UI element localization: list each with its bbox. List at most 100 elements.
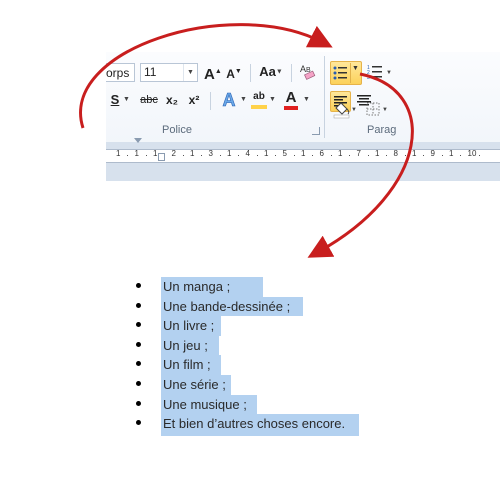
ruler-number: 3	[208, 149, 213, 158]
numbering-button[interactable]: 1 2 3 ▼	[366, 62, 394, 82]
bullet-icon	[136, 400, 141, 406]
eraser-icon: AB	[300, 64, 316, 80]
list-item[interactable]: Un manga ;	[136, 277, 376, 297]
bullet-icon	[136, 341, 141, 347]
bullet-icon	[136, 302, 141, 308]
font-color-swatch	[284, 106, 298, 110]
grow-font-button[interactable]: A▲	[204, 62, 222, 83]
ruler-number: 5	[282, 149, 287, 158]
ruler-tick	[423, 155, 425, 156]
chevron-down-icon[interactable]: ▼	[269, 96, 276, 103]
font-color-label: A	[285, 89, 297, 106]
ruler-tick	[256, 155, 258, 156]
list-item[interactable]: Un film ;	[136, 355, 376, 375]
list-item-text: Et bien d’autres choses encore.	[163, 416, 346, 432]
dialog-launcher-icon[interactable]	[312, 127, 320, 135]
list-item[interactable]: Un livre ;	[136, 316, 376, 336]
chevron-down-icon[interactable]: ▼	[352, 65, 359, 72]
word-ribbon-crop: orps 11 ▼ A▲ A▼ Aa▼ AB ▼ 1 2 3 ▼ S ▼ abc…	[106, 52, 500, 181]
list-item[interactable]: Un jeu ;	[136, 335, 376, 356]
chevron-down-icon[interactable]: ▼	[183, 64, 197, 81]
ruler-number: 1	[412, 149, 417, 158]
numbering-icon: 1 2 3 ▼	[367, 65, 392, 81]
ruler-tick	[275, 155, 277, 156]
ruler-number: 4	[245, 149, 250, 158]
bullets-icon	[333, 66, 347, 80]
underline-button[interactable]: S	[108, 90, 122, 110]
list-item[interactable]: Une musique ;	[136, 394, 376, 415]
ruler-number: 1	[227, 149, 232, 158]
ruler-number: 1	[338, 149, 343, 158]
ruler-tick	[201, 155, 203, 156]
highlight-label: ab	[253, 91, 265, 102]
highlight-color-swatch	[251, 105, 267, 109]
ribbon-row-style: S ▼ abc x₂ x² A ▼ ab ▼ A ▼	[106, 90, 500, 115]
bullets-button[interactable]: ▼	[330, 61, 362, 85]
bullet-icon	[136, 361, 141, 367]
ruler-area: 1 1 1 2 1 3 1 4 1 5 1 6 1 7 1 8 1 9 1 10	[106, 138, 500, 181]
clear-formatting-button[interactable]: AB	[299, 62, 317, 82]
ruler-number: 1	[134, 149, 139, 158]
bullet-list[interactable]: Un manga ; Une bande-dessinée ; Un livre…	[136, 277, 376, 437]
group-font-label: Police	[162, 124, 192, 136]
strikethrough-button[interactable]: abc	[140, 90, 158, 110]
change-case-button[interactable]: Aa▼	[258, 62, 284, 82]
list-item-text: Un jeu ;	[163, 337, 208, 353]
ruler-number: 1	[301, 149, 306, 158]
chevron-down-icon[interactable]: ▼	[123, 96, 130, 103]
subscript-button[interactable]: x₂	[164, 90, 180, 110]
svg-text:▼: ▼	[382, 107, 388, 113]
first-line-indent-marker[interactable]	[134, 138, 142, 143]
text-effects-button[interactable]: A	[219, 90, 239, 111]
borders-button[interactable]: ▼	[364, 99, 388, 119]
ruler-number: 2	[171, 149, 176, 158]
ruler-number: 9	[430, 149, 435, 158]
ruler-tick	[238, 155, 240, 156]
list-item[interactable]: Une bande-dessinée ;	[136, 296, 376, 317]
list-item[interactable]: Et bien d’autres choses encore.	[136, 414, 376, 437]
ruler-number: 1	[153, 149, 158, 158]
bullet-icon	[136, 283, 141, 288]
list-item-text: Un manga ;	[163, 279, 231, 294]
ruler-tick	[293, 155, 295, 156]
divider	[210, 92, 211, 110]
ruler-number: 1	[116, 149, 121, 158]
shrink-font-button[interactable]: A▼	[226, 62, 242, 82]
ruler-number: 10	[467, 149, 477, 158]
ruler-tick	[478, 155, 480, 156]
ruler-number: 1	[264, 149, 269, 158]
group-divider	[324, 56, 325, 138]
list-item[interactable]: Une série ;	[136, 374, 376, 395]
bullet-icon	[136, 380, 141, 386]
hanging-indent-marker[interactable]	[158, 153, 165, 161]
shading-button[interactable]: ▼	[332, 99, 357, 119]
ruler-number: 1	[190, 149, 195, 158]
ruler-tick	[441, 155, 443, 156]
font-color-button[interactable]: A	[282, 90, 300, 110]
ruler-tick	[386, 155, 388, 156]
ruler-tick	[349, 155, 351, 156]
paint-bucket-icon: ▼	[333, 102, 357, 119]
divider	[291, 64, 292, 82]
font-size-box[interactable]: 11 ▼	[140, 63, 198, 82]
list-item-text: Un film ;	[163, 357, 211, 373]
chevron-down-icon[interactable]: ▼	[240, 96, 247, 103]
ruler-tick	[127, 155, 129, 156]
svg-text:3: 3	[367, 75, 370, 81]
ruler-tick	[219, 155, 221, 156]
svg-text:▼: ▼	[351, 107, 356, 113]
ribbon-row-font: orps 11 ▼ A▲ A▼ Aa▼ AB ▼ 1 2 3 ▼	[106, 61, 500, 85]
font-name-box[interactable]: orps	[106, 63, 135, 82]
chevron-down-icon[interactable]: ▼	[303, 96, 310, 103]
ruler-tick	[145, 155, 147, 156]
ruler-tick	[460, 155, 462, 156]
superscript-button[interactable]: x²	[186, 90, 202, 110]
list-item-text: Un livre ;	[163, 318, 215, 334]
font-size-value: 11	[144, 65, 157, 79]
highlight-button[interactable]: ab	[250, 90, 268, 110]
ruler-number: 6	[319, 149, 324, 158]
ruler-tick	[182, 155, 184, 156]
ruler-number: 7	[356, 149, 361, 158]
horizontal-ruler[interactable]: 1 1 1 2 1 3 1 4 1 5 1 6 1 7 1 8 1 9 1 10	[106, 149, 500, 163]
list-item-text: Une bande-dessinée ;	[163, 298, 291, 314]
